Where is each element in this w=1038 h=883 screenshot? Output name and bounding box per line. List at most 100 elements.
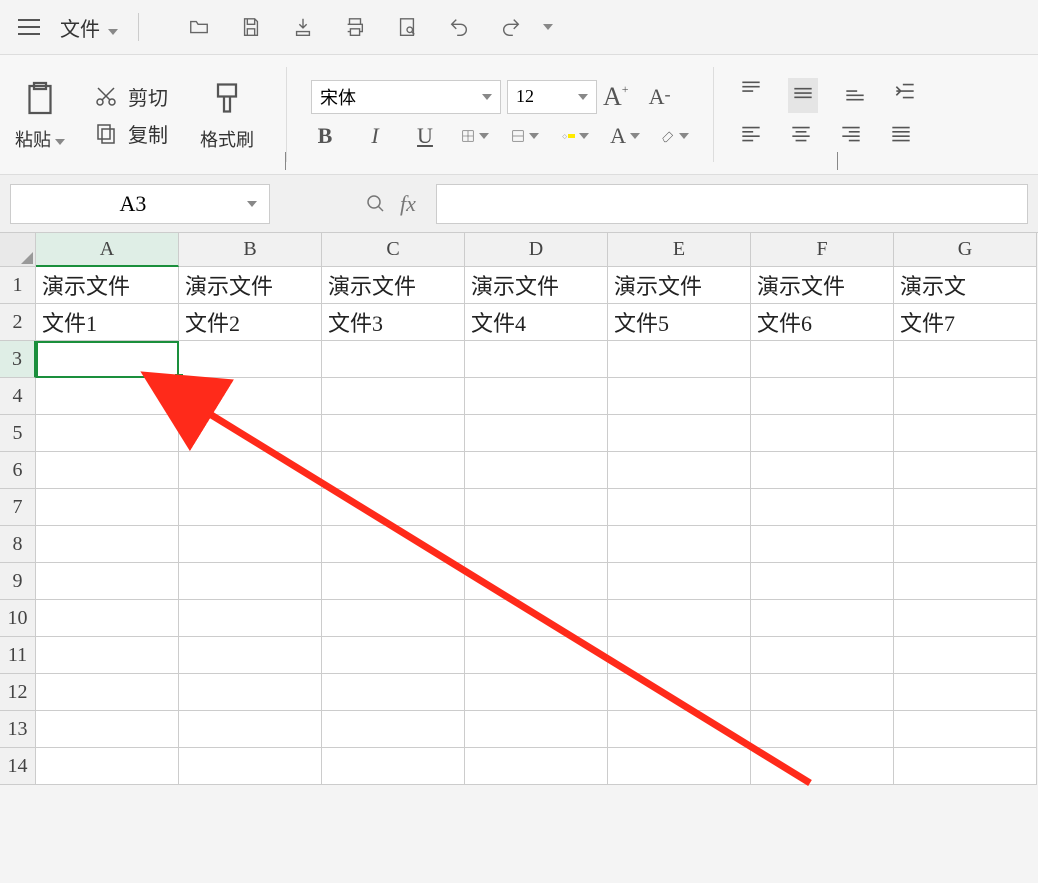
- cell[interactable]: [179, 711, 322, 748]
- cell[interactable]: [322, 341, 465, 378]
- cell[interactable]: 演示文件: [179, 267, 322, 304]
- cell[interactable]: [465, 711, 608, 748]
- underline-button[interactable]: U: [411, 122, 439, 150]
- cell[interactable]: [465, 378, 608, 415]
- cell[interactable]: [465, 600, 608, 637]
- align-bottom-icon[interactable]: [842, 78, 868, 113]
- cell[interactable]: [36, 748, 179, 785]
- row-header[interactable]: 9: [0, 563, 36, 600]
- export-icon[interactable]: [291, 15, 315, 39]
- justify-icon[interactable]: [888, 121, 914, 152]
- row-header[interactable]: 14: [0, 748, 36, 785]
- search-fx-icon[interactable]: [364, 192, 388, 216]
- align-right-icon[interactable]: [838, 121, 864, 152]
- cell[interactable]: [894, 452, 1037, 489]
- cut-button[interactable]: 剪切: [94, 82, 168, 111]
- save-icon[interactable]: [239, 15, 263, 39]
- cell[interactable]: [465, 489, 608, 526]
- fx-label[interactable]: fx: [400, 191, 416, 217]
- cell[interactable]: [322, 674, 465, 711]
- column-header[interactable]: E: [608, 233, 751, 267]
- row-header[interactable]: 2: [0, 304, 36, 341]
- cell[interactable]: [894, 711, 1037, 748]
- cell[interactable]: [751, 489, 894, 526]
- cell[interactable]: [465, 637, 608, 674]
- cell[interactable]: 演示文件: [36, 267, 179, 304]
- cell[interactable]: [322, 415, 465, 452]
- cell[interactable]: 文件6: [751, 304, 894, 341]
- cell[interactable]: [36, 600, 179, 637]
- cell[interactable]: [179, 378, 322, 415]
- indent-increase-icon[interactable]: [892, 78, 918, 113]
- italic-button[interactable]: I: [361, 122, 389, 150]
- cell[interactable]: [36, 378, 179, 415]
- row-header[interactable]: 8: [0, 526, 36, 563]
- cell[interactable]: [179, 748, 322, 785]
- cell[interactable]: 文件2: [179, 304, 322, 341]
- group-expand-icon[interactable]: [285, 152, 286, 170]
- border-button[interactable]: [461, 122, 489, 150]
- cell[interactable]: [751, 748, 894, 785]
- cell[interactable]: [322, 378, 465, 415]
- cell[interactable]: [36, 711, 179, 748]
- preview-icon[interactable]: [395, 15, 419, 39]
- column-header[interactable]: D: [465, 233, 608, 267]
- cell[interactable]: [322, 489, 465, 526]
- cell[interactable]: [608, 674, 751, 711]
- cell[interactable]: [751, 711, 894, 748]
- font-color-button[interactable]: A: [611, 122, 639, 150]
- cell[interactable]: [179, 674, 322, 711]
- cell[interactable]: [751, 637, 894, 674]
- cell[interactable]: [894, 526, 1037, 563]
- cell[interactable]: [608, 600, 751, 637]
- cell[interactable]: [179, 637, 322, 674]
- cell[interactable]: [36, 674, 179, 711]
- column-header[interactable]: F: [751, 233, 894, 267]
- cell[interactable]: 演示文件: [608, 267, 751, 304]
- cell[interactable]: [894, 489, 1037, 526]
- cell[interactable]: [322, 711, 465, 748]
- cell[interactable]: [179, 341, 322, 378]
- copy-button[interactable]: 复制: [94, 119, 168, 148]
- paste-button[interactable]: 粘贴: [15, 126, 65, 152]
- cell[interactable]: [751, 452, 894, 489]
- cell[interactable]: [894, 341, 1037, 378]
- cell[interactable]: [179, 415, 322, 452]
- cell[interactable]: [322, 637, 465, 674]
- cell[interactable]: [894, 563, 1037, 600]
- cell[interactable]: [179, 563, 322, 600]
- cell[interactable]: [36, 526, 179, 563]
- cell[interactable]: [608, 711, 751, 748]
- bold-button[interactable]: B: [311, 122, 339, 150]
- row-header[interactable]: 1: [0, 267, 36, 304]
- cell[interactable]: [179, 600, 322, 637]
- cell[interactable]: [608, 378, 751, 415]
- cell[interactable]: [751, 563, 894, 600]
- cell[interactable]: [751, 526, 894, 563]
- cell[interactable]: 文件7: [894, 304, 1037, 341]
- row-header[interactable]: 4: [0, 378, 36, 415]
- undo-icon[interactable]: [447, 15, 471, 39]
- cell[interactable]: [608, 489, 751, 526]
- cell[interactable]: 文件5: [608, 304, 751, 341]
- cell[interactable]: 演示文件: [751, 267, 894, 304]
- align-middle-icon[interactable]: [788, 78, 818, 113]
- column-header[interactable]: A: [36, 233, 179, 267]
- cell[interactable]: [894, 637, 1037, 674]
- cell[interactable]: [751, 415, 894, 452]
- cell[interactable]: [465, 526, 608, 563]
- eraser-button[interactable]: [661, 122, 689, 150]
- font-size-select[interactable]: 12: [507, 80, 597, 114]
- cell[interactable]: [751, 378, 894, 415]
- row-header[interactable]: 13: [0, 711, 36, 748]
- fill-color-button[interactable]: [561, 122, 589, 150]
- cell[interactable]: 文件4: [465, 304, 608, 341]
- cell[interactable]: [36, 637, 179, 674]
- cell[interactable]: 演示文件: [322, 267, 465, 304]
- cell[interactable]: [608, 341, 751, 378]
- cell[interactable]: [894, 748, 1037, 785]
- menu-icon[interactable]: [18, 19, 40, 35]
- cell[interactable]: [179, 489, 322, 526]
- cell[interactable]: [608, 415, 751, 452]
- cell[interactable]: [36, 563, 179, 600]
